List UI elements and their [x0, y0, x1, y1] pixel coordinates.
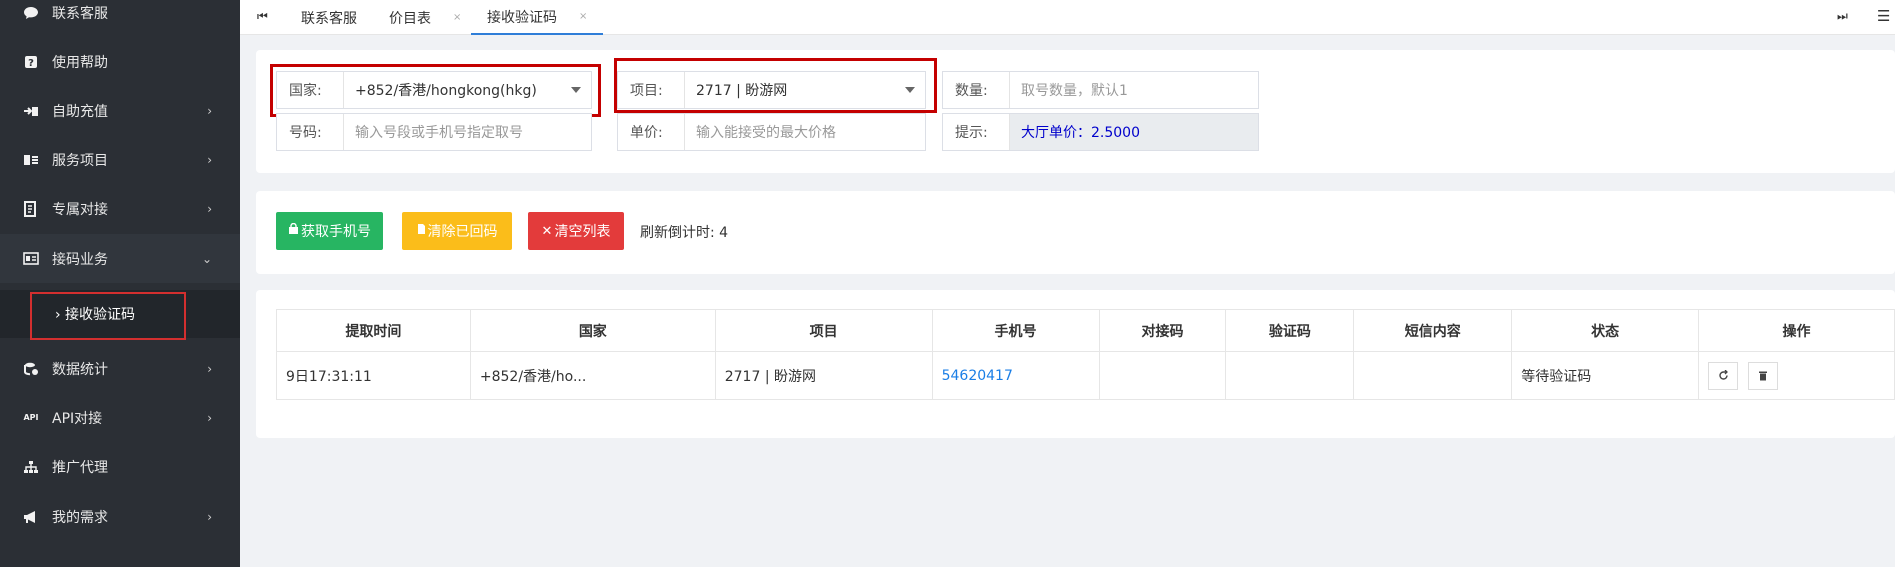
- trash-icon: [1758, 371, 1767, 381]
- quantity-field[interactable]: 数量: 取号数量，默认1: [942, 71, 1259, 109]
- clear-list-button[interactable]: ✕ 清空列表: [528, 212, 624, 250]
- chevron-right-icon: ›: [207, 361, 212, 376]
- sidebar-item-label: 数据统计: [52, 361, 108, 378]
- chevron-right-icon: ›: [207, 103, 212, 118]
- bullhorn-icon: [22, 508, 40, 526]
- price-input[interactable]: 输入能接受的最大价格: [685, 114, 925, 150]
- highlight-box: [30, 292, 186, 340]
- sidebar-item-services[interactable]: 服务项目 ›: [0, 135, 240, 184]
- sidebar-item-help[interactable]: ? 使用帮助: [0, 37, 240, 86]
- sidebar-item-label: API对接: [52, 410, 103, 427]
- sidebar-item-label: 推广代理: [52, 459, 108, 476]
- cell-country: +852/香港/ho...: [469, 351, 716, 400]
- highlight-box: [270, 64, 601, 117]
- chevron-down-icon: ⌄: [201, 251, 212, 266]
- sidebar-item-api[interactable]: API API对接 ›: [0, 393, 240, 442]
- get-number-button[interactable]: 获取手机号: [276, 212, 383, 250]
- sidebar-item-label: 专属对接: [52, 201, 108, 218]
- number-input[interactable]: 输入号段或手机号指定取号: [344, 114, 591, 150]
- menu-icon[interactable]: ☰: [1877, 7, 1890, 25]
- hint-label: 提示:: [943, 114, 1010, 150]
- sidebar-item-requirements[interactable]: 我的需求 ›: [0, 492, 240, 541]
- sidebar-item-recharge[interactable]: 自助充值 ›: [0, 86, 240, 135]
- hint-field: 提示: 大厅单价：2.5000: [942, 113, 1259, 151]
- cell-time: 9日17:31:11: [276, 351, 471, 400]
- recharge-icon: [22, 102, 40, 120]
- refresh-countdown: 刷新倒计时: 4: [640, 225, 729, 241]
- tab-label: 接收验证码: [487, 9, 557, 26]
- number-field[interactable]: 号码: 输入号段或手机号指定取号: [276, 113, 592, 151]
- chevron-right-icon: ›: [207, 201, 212, 216]
- column-header: 对接码: [1098, 309, 1227, 352]
- cell-dock-code: [1098, 351, 1227, 400]
- cell-phone[interactable]: 54620417: [931, 351, 1100, 400]
- close-icon[interactable]: ×: [453, 12, 461, 23]
- sidebar-item-label: 我的需求: [52, 509, 108, 526]
- document-icon: [22, 200, 40, 218]
- sidebar-item-label: 联系客服: [52, 5, 108, 22]
- tab-bar: ⏮ 联系客服 价目表 × 接收验证码 × ⏭ ☰: [240, 0, 1895, 35]
- chevron-right-icon: ›: [207, 509, 212, 524]
- sitemap-icon: [22, 458, 40, 476]
- quantity-label: 数量:: [943, 72, 1010, 108]
- last-tab-icon[interactable]: ⏭: [1837, 9, 1848, 24]
- chat-icon: [22, 4, 40, 22]
- column-header: 项目: [714, 309, 933, 352]
- results-table: 提取时间 国家 项目 手机号 对接码 验证码 短信内容 状态 操作 9日17:3…: [276, 309, 1895, 400]
- bag-icon: [288, 222, 299, 239]
- cell-status: 等待验证码: [1511, 351, 1700, 400]
- id-card-icon: [22, 250, 40, 268]
- help-icon: ?: [22, 53, 40, 71]
- close-icon[interactable]: ×: [579, 11, 587, 22]
- clear-received-button[interactable]: 清除已回码: [402, 212, 512, 250]
- svg-text:?: ?: [28, 58, 34, 69]
- column-header: 状态: [1511, 309, 1700, 352]
- column-header: 国家: [469, 309, 716, 352]
- sidebar-item-label: 使用帮助: [52, 54, 108, 71]
- sidebar-item-statistics[interactable]: 数据统计 ›: [0, 344, 240, 393]
- cell-sms: [1353, 351, 1513, 400]
- sidebar-item-dedicated[interactable]: 专属对接 ›: [0, 184, 240, 233]
- tab-label: 价目表: [389, 10, 431, 27]
- highlight-box: [614, 58, 937, 113]
- cell-project: 2717 | 盼游网: [714, 351, 933, 400]
- column-header: 操作: [1698, 309, 1895, 352]
- price-label: 单价:: [618, 114, 685, 150]
- chevron-right-icon: ›: [207, 410, 212, 425]
- database-icon: [22, 360, 40, 378]
- cell-actions: [1698, 351, 1895, 400]
- sidebar-item-label: 服务项目: [52, 152, 108, 169]
- number-label: 号码:: [277, 114, 344, 150]
- tab-price-list[interactable]: 价目表 ×: [389, 0, 461, 35]
- close-icon: ✕: [541, 223, 553, 239]
- tab-label: 联系客服: [301, 10, 357, 27]
- column-header: 验证码: [1225, 309, 1355, 352]
- chevron-right-icon: ›: [207, 152, 212, 167]
- card-icon: [22, 151, 40, 169]
- api-icon: API: [23, 413, 39, 422]
- sidebar-item-sms-business[interactable]: 接码业务 ⌄: [0, 234, 240, 283]
- sidebar-item-contact[interactable]: 联系客服: [0, 0, 240, 37]
- sidebar-item-promotion[interactable]: 推广代理: [0, 442, 240, 491]
- file-icon: [417, 223, 426, 239]
- column-header: 提取时间: [276, 309, 471, 352]
- sidebar: 联系客服 ? 使用帮助 自助充值 › 服务项目 › 专属对接 › 接码业务 ⌄: [0, 0, 240, 567]
- table-header-row: 提取时间 国家 项目 手机号 对接码 验证码 短信内容 状态 操作: [276, 309, 1895, 352]
- first-tab-icon[interactable]: ⏮: [257, 9, 268, 24]
- sidebar-item-label: 接码业务: [52, 251, 108, 268]
- tab-contact[interactable]: 联系客服: [301, 0, 357, 35]
- hint-value: 大厅单价：2.5000: [1010, 114, 1258, 150]
- delete-button[interactable]: [1747, 361, 1778, 390]
- tab-receive-code[interactable]: 接收验证码 ×: [471, 0, 604, 35]
- price-field[interactable]: 单价: 输入能接受的最大价格: [617, 113, 926, 151]
- column-header: 手机号: [931, 309, 1100, 352]
- table-row: 9日17:31:11 +852/香港/ho... 2717 | 盼游网 5462…: [276, 351, 1895, 400]
- quantity-input[interactable]: 取号数量，默认1: [1010, 72, 1258, 108]
- column-header: 短信内容: [1353, 309, 1513, 352]
- refresh-icon: [1718, 370, 1728, 380]
- refresh-button[interactable]: [1708, 361, 1739, 390]
- sidebar-item-label: 自助充值: [52, 103, 108, 120]
- cell-code: [1225, 351, 1355, 400]
